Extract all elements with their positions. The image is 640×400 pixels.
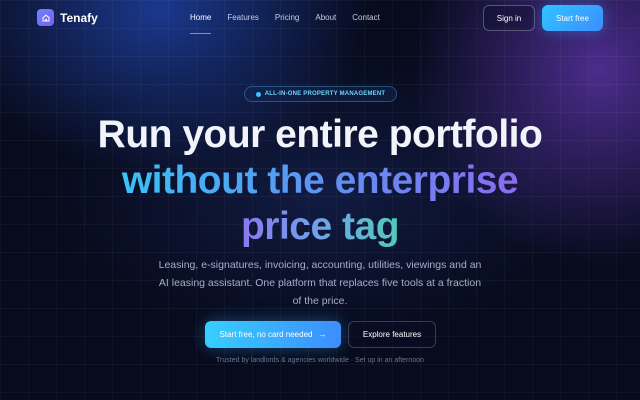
- house-icon: [37, 9, 54, 26]
- nav-link-about[interactable]: About: [315, 13, 336, 22]
- start-free-cta-button[interactable]: Start free, no card needed →: [205, 321, 341, 348]
- category-badge: ALL-IN-ONE PROPERTY MANAGEMENT: [244, 86, 397, 102]
- nav-links: Home Features Pricing About Contact: [190, 13, 396, 34]
- start-free-cta-label: Start free, no card needed: [219, 330, 313, 339]
- nav-link-contact[interactable]: Contact: [352, 13, 380, 22]
- brand-name: Tenafy: [60, 10, 98, 25]
- headline-line-1: Run your entire portfolio: [97, 113, 543, 156]
- sign-in-button[interactable]: Sign in: [483, 5, 535, 31]
- top-nav: Tenafy Home Features Pricing About Conta…: [0, 0, 640, 36]
- nav-link-pricing[interactable]: Pricing: [275, 13, 299, 22]
- badge-dot-icon: [255, 91, 261, 97]
- hero-headline: Run your entire portfolio without the en…: [0, 112, 640, 250]
- badge-text: ALL-IN-ONE PROPERTY MANAGEMENT: [264, 91, 386, 97]
- explore-features-button[interactable]: Explore features: [348, 321, 436, 348]
- brand[interactable]: Tenafy: [37, 9, 98, 26]
- nav-link-features[interactable]: Features: [227, 13, 259, 22]
- start-free-button[interactable]: Start free: [542, 5, 603, 31]
- headline-line-2: without the enterprise: [121, 159, 519, 202]
- arrow-right-icon: →: [318, 330, 327, 339]
- trust-line: Trusted by landlords & agencies worldwid…: [216, 357, 424, 364]
- nav-link-home[interactable]: Home: [190, 13, 212, 34]
- hero-subtitle: Leasing, e-signatures, invoicing, accoun…: [158, 259, 482, 307]
- headline-line-3: price tag: [240, 205, 400, 248]
